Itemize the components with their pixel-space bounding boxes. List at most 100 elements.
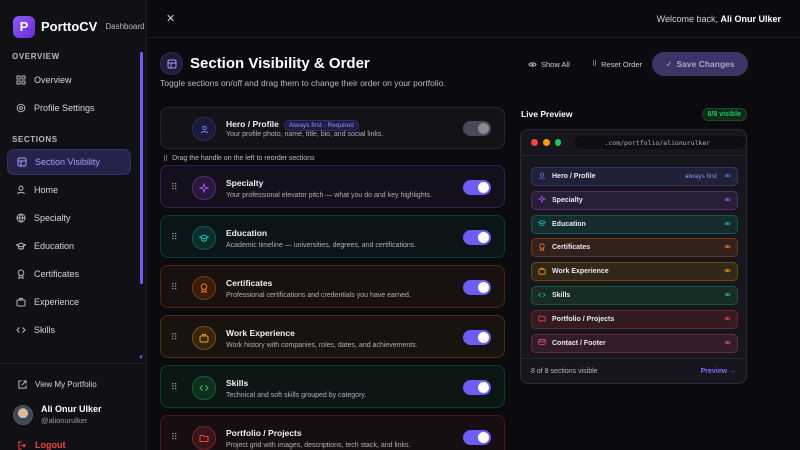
open-preview-link[interactable]: Preview →: [701, 368, 736, 375]
award-icon: [532, 243, 552, 253]
grip-icon: ⠿: [163, 156, 169, 163]
section-visibility-toggle[interactable]: [463, 230, 491, 245]
sparkle-icon: [192, 176, 216, 200]
sidebar-footer: View My Portfolio Ali Onur Ulker @alionu…: [0, 364, 146, 450]
reset-order-button[interactable]: ⠿ Reset Order: [583, 52, 651, 76]
avatar: [13, 404, 33, 425]
sidebar-item-label: Experience: [34, 297, 80, 307]
preview-row-label: Specialty: [552, 196, 583, 204]
overview-section-label: OVERVIEW: [12, 52, 60, 61]
user-name: Ali Onur Ulker: [41, 404, 102, 414]
graduation-icon: [192, 226, 216, 250]
eye-icon: [724, 244, 731, 251]
sidebar-item-profile-settings[interactable]: Profile Settings: [7, 95, 131, 121]
eye-icon: [724, 316, 731, 323]
hero-card-title: Hero / Profile Always first · Required: [226, 119, 359, 131]
window-dot-green: [554, 139, 562, 146]
section-card-description: Academic timeline — universities, degree…: [226, 242, 417, 249]
section-card-title: Certificates: [226, 278, 273, 288]
show-all-label: Show All: [541, 59, 570, 69]
sidebar-scrollbar[interactable]: [140, 52, 143, 284]
eye-icon: [724, 221, 731, 228]
preview-row-label: Contact / Footer: [552, 339, 606, 347]
user-profile[interactable]: Ali Onur Ulker @alionurulker: [0, 392, 146, 425]
section-card-title: Work Experience: [226, 328, 295, 338]
page-header: Section Visibility & Order: [160, 52, 370, 75]
preview-row-contact-footer: Contact / Footer: [531, 333, 738, 353]
main-content: ✕ Welcome back, Ali Onur Ulker Section V…: [147, 0, 800, 450]
eye-icon: [724, 197, 731, 204]
code-icon: [192, 376, 216, 400]
sidebar-item-skills[interactable]: Skills: [7, 317, 131, 343]
sidebar-item-overview[interactable]: Overview: [7, 67, 131, 93]
section-visibility-toggle[interactable]: [463, 430, 491, 445]
grid-icon: [16, 75, 26, 85]
always-first-label: always first: [684, 173, 717, 180]
window-dot-red: [531, 139, 538, 146]
sidebar-item-section-visibility[interactable]: Section Visibility: [7, 149, 131, 175]
preview-row-work-experience: Work Experience: [531, 262, 738, 282]
preview-row-specialty: Specialty: [531, 190, 738, 210]
close-icon[interactable]: ✕: [166, 12, 175, 25]
sidebar-item-certificates[interactable]: Certificates: [7, 261, 131, 287]
graduation-icon: [16, 241, 26, 251]
hero-profile-card: Hero / Profile Always first · Required Yo…: [160, 107, 505, 149]
section-visibility-toggle[interactable]: [463, 280, 491, 295]
show-all-button[interactable]: Show All: [519, 52, 579, 76]
sidebar-item-label: Overview: [34, 75, 72, 85]
sidebar-item-experience[interactable]: Experience: [7, 289, 131, 315]
logo-icon: P: [13, 15, 35, 38]
drag-handle-icon[interactable]: ⠿: [171, 432, 178, 443]
sidebar-item-specialty[interactable]: Specialty: [7, 205, 131, 231]
reset-order-label: Reset Order: [601, 59, 642, 69]
eye-icon: [724, 340, 731, 347]
topbar: ✕ Welcome back, Ali Onur Ulker: [147, 0, 800, 38]
section-card-description: Project grid with images, descriptions, …: [226, 442, 411, 449]
drag-handle-icon[interactable]: ⠿: [171, 282, 178, 293]
app: P PorttoCV Dashboard OVERVIEW Overview Pr…: [0, 0, 800, 450]
preview-row-portfolio-projects: Portfolio / Projects: [531, 309, 738, 329]
sidebar-item-education[interactable]: Education: [7, 233, 131, 259]
logout-button[interactable]: Logout: [0, 425, 146, 450]
section-visibility-toggle[interactable]: [463, 180, 491, 195]
briefcase-icon: [192, 326, 216, 350]
section-card-specialty[interactable]: ⠿ Specialty Your professional elevator pit…: [160, 165, 505, 208]
drag-handle-icon[interactable]: ⠿: [171, 182, 178, 193]
eye-icon: [724, 292, 731, 299]
sidebar-item-label: Certificates: [34, 269, 80, 279]
section-card-skills[interactable]: ⠿ Skills Technical and soft skills grouped…: [160, 365, 505, 408]
preview-row-label: Work Experience: [552, 268, 609, 276]
section-visibility-toggle[interactable]: [463, 330, 491, 345]
preview-row-certificates: Certificates: [531, 238, 738, 258]
user-icon: [16, 185, 26, 195]
section-visibility-toggle[interactable]: [463, 380, 491, 395]
section-card-education[interactable]: ⠿ Education Academic timeline — universiti…: [160, 215, 505, 258]
briefcase-icon: [532, 267, 552, 277]
drag-handle-icon[interactable]: ⠿: [171, 382, 178, 393]
view-portfolio-link[interactable]: View My Portfolio: [0, 376, 146, 392]
section-card-certificates[interactable]: ⠿ Certificates Professional certifications…: [160, 265, 505, 308]
preview-footer: 8 of 8 sections visible Preview →: [521, 358, 746, 383]
preview-row-label: Hero / Profile: [552, 173, 596, 180]
sparkle-icon: [532, 194, 552, 205]
section-card-title: Skills: [226, 378, 249, 388]
section-card-work-experience[interactable]: ⠿ Work Experience Work history with compan…: [160, 315, 505, 358]
welcome-prefix: Welcome back,: [656, 13, 718, 24]
sidebar: P PorttoCV Dashboard OVERVIEW Overview Pr…: [0, 0, 147, 450]
drag-handle-icon[interactable]: ⠿: [171, 232, 178, 243]
live-preview-frame: .com/portfolio/alionurulker Hero / Profi…: [520, 129, 747, 384]
briefcase-icon: [16, 297, 26, 307]
scroll-down-arrow-icon[interactable]: ▼: [138, 355, 144, 361]
save-changes-button[interactable]: ✓ Save Changes: [652, 52, 748, 76]
page-title: Section Visibility & Order: [190, 55, 370, 72]
award-icon: [16, 269, 26, 279]
section-card-description: Your professional elevator pitch — what …: [226, 192, 432, 199]
layout-icon: [160, 52, 183, 75]
brand[interactable]: P PorttoCV Dashboard: [0, 0, 146, 40]
settings-icon: [16, 103, 26, 113]
preview-footer-count: 8 of 8 sections visible: [531, 367, 598, 375]
preview-row-label: Education: [552, 220, 586, 228]
section-card-portfolio-projects[interactable]: ⠿ Portfolio / Projects Project grid with i…: [160, 415, 505, 450]
sidebar-item-home[interactable]: Home: [7, 177, 131, 203]
drag-handle-icon[interactable]: ⠿: [171, 332, 178, 343]
